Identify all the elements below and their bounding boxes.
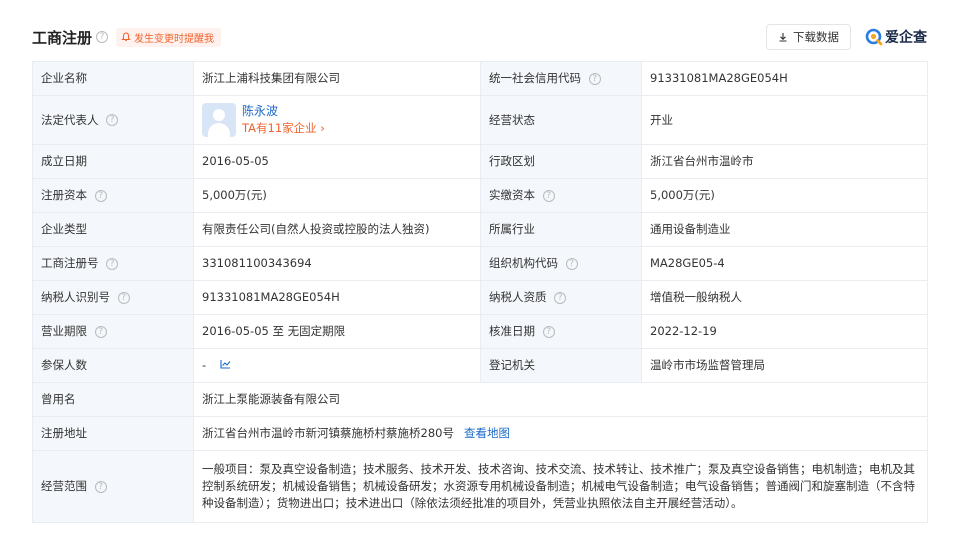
org-code-label: 组织机构代码 ? (480, 246, 642, 281)
status-value: 开业 (641, 95, 928, 145)
legal-rep-value: 陈永波 TA有11家企业 › (193, 95, 481, 145)
insured-label: 参保人数 (32, 348, 194, 383)
company-name-label: 企业名称 (32, 61, 194, 96)
help-icon[interactable]: ? (542, 325, 555, 338)
change-alert-label: 发生变更时提醒我 (134, 33, 215, 45)
bell-icon (121, 32, 131, 42)
section-title: 工商注册 (32, 28, 93, 47)
credit-code-label: 统一社会信用代码 ? (480, 61, 642, 96)
avatar[interactable] (202, 103, 236, 137)
reg-no-label: 工商注册号 ? (32, 246, 194, 281)
reg-capital-label: 注册资本 ? (32, 178, 194, 213)
view-map-link[interactable]: 查看地图 (464, 426, 510, 440)
help-icon[interactable]: ? (96, 31, 109, 43)
table-row: 法定代表人 ? 陈永波 TA有11家企业 › 经营状态 开业 (32, 95, 928, 145)
region-label: 行政区划 (480, 144, 642, 179)
legal-rep-name-link[interactable]: 陈永波 (242, 103, 325, 120)
table-row: 注册资本 ? 5,000万(元) 实缴资本 ? 5,000万(元) (32, 178, 928, 213)
legal-rep-companies-link[interactable]: TA有11家企业 › (242, 120, 325, 137)
reg-no-value: 331081100343694 (193, 246, 481, 281)
founded-label: 成立日期 (32, 144, 194, 179)
legal-rep-label: 法定代表人 ? (32, 95, 194, 145)
table-row: 参保人数 - 登记机关 温岭市市场监督管理局 (32, 348, 928, 383)
table-row: 注册地址 浙江省台州市温岭市新河镇蔡施桥村蔡施桥280号 查看地图 (32, 416, 928, 451)
help-icon[interactable]: ? (94, 480, 107, 493)
region-value: 浙江省台州市温岭市 (641, 144, 928, 179)
paid-capital-label: 实缴资本 ? (480, 178, 642, 213)
founded-value: 2016-05-05 (193, 144, 481, 179)
scope-label: 经营范围 ? (32, 450, 194, 523)
type-label: 企业类型 (32, 212, 194, 247)
table-row: 经营范围 ? 一般项目：泵及真空设备制造；技术服务、技术开发、技术咨询、技术交流… (32, 450, 928, 523)
table-row: 营业期限 ? 2016-05-05 至 无固定期限 核准日期 ? 2022-12… (32, 314, 928, 349)
authority-value: 温岭市市场监督管理局 (641, 348, 928, 383)
aiqicha-logo[interactable]: 爱企查 (865, 27, 927, 47)
help-icon[interactable]: ? (554, 291, 567, 304)
paid-capital-value: 5,000万(元) (641, 178, 928, 213)
download-data-button[interactable]: 下载数据 (766, 24, 851, 50)
help-icon[interactable]: ? (94, 325, 107, 338)
insured-value: - (193, 348, 481, 383)
table-row: 纳税人识别号 ? 91331081MA28GE054H 纳税人资质 ? 增值税一… (32, 280, 928, 315)
help-icon[interactable]: ? (106, 257, 119, 270)
chevron-right-icon: › (320, 121, 325, 135)
table-row: 工商注册号 ? 331081100343694 组织机构代码 ? MA28GE0… (32, 246, 928, 281)
former-name-label: 曾用名 (32, 382, 194, 417)
approval-value: 2022-12-19 (641, 314, 928, 349)
approval-label: 核准日期 ? (480, 314, 642, 349)
scope-value: 一般项目：泵及真空设备制造；技术服务、技术开发、技术咨询、技术交流、技术转让、技… (193, 450, 928, 523)
trend-chart-icon[interactable] (220, 357, 231, 374)
download-icon (779, 33, 787, 42)
table-row: 曾用名 浙江上泵能源装备有限公司 (32, 382, 928, 417)
org-code-value: MA28GE05-4 (641, 246, 928, 281)
help-icon[interactable]: ? (565, 257, 578, 270)
address-label: 注册地址 (32, 416, 194, 451)
company-name-value: 浙江上浦科技集团有限公司 (193, 61, 481, 96)
authority-label: 登记机关 (480, 348, 642, 383)
aiqicha-logo-icon (865, 28, 883, 46)
term-label: 营业期限 ? (32, 314, 194, 349)
change-alert-button[interactable]: 发生变更时提醒我 (116, 27, 222, 47)
table-row: 企业名称 浙江上浦科技集团有限公司 统一社会信用代码 ? 91331081MA2… (32, 61, 928, 96)
help-icon[interactable]: ? (94, 189, 107, 202)
help-icon[interactable]: ? (588, 72, 601, 85)
table-row: 成立日期 2016-05-05 行政区划 浙江省台州市温岭市 (32, 144, 928, 179)
help-icon[interactable]: ? (117, 291, 130, 304)
help-icon[interactable]: ? (106, 114, 119, 126)
industry-label: 所属行业 (480, 212, 642, 247)
former-name-value: 浙江上泵能源装备有限公司 (193, 382, 928, 417)
credit-code-value: 91331081MA28GE054H (641, 61, 928, 96)
taxpayer-qual-value: 增值税一般纳税人 (641, 280, 928, 315)
table-row: 企业类型 有限责任公司(自然人投资或控股的法人独资) 所属行业 通用设备制造业 (32, 212, 928, 247)
logo-text: 爱企查 (885, 30, 927, 46)
reg-capital-value: 5,000万(元) (193, 178, 481, 213)
taxpayer-qual-label: 纳税人资质 ? (480, 280, 642, 315)
help-icon[interactable]: ? (542, 189, 555, 202)
address-value: 浙江省台州市温岭市新河镇蔡施桥村蔡施桥280号 查看地图 (193, 416, 928, 451)
download-data-label: 下载数据 (793, 30, 839, 44)
type-value: 有限责任公司(自然人投资或控股的法人独资) (193, 212, 481, 247)
taxpayer-id-label: 纳税人识别号 ? (32, 280, 194, 315)
status-label: 经营状态 (480, 95, 642, 145)
taxpayer-id-value: 91331081MA28GE054H (193, 280, 481, 315)
industry-value: 通用设备制造业 (641, 212, 928, 247)
business-registration-table: 企业名称 浙江上浦科技集团有限公司 统一社会信用代码 ? 91331081MA2… (32, 61, 928, 523)
section-header: 工商注册 ? 发生变更时提醒我 下载数据 爱企查 (32, 22, 927, 52)
term-value: 2016-05-05 至 无固定期限 (193, 314, 481, 349)
